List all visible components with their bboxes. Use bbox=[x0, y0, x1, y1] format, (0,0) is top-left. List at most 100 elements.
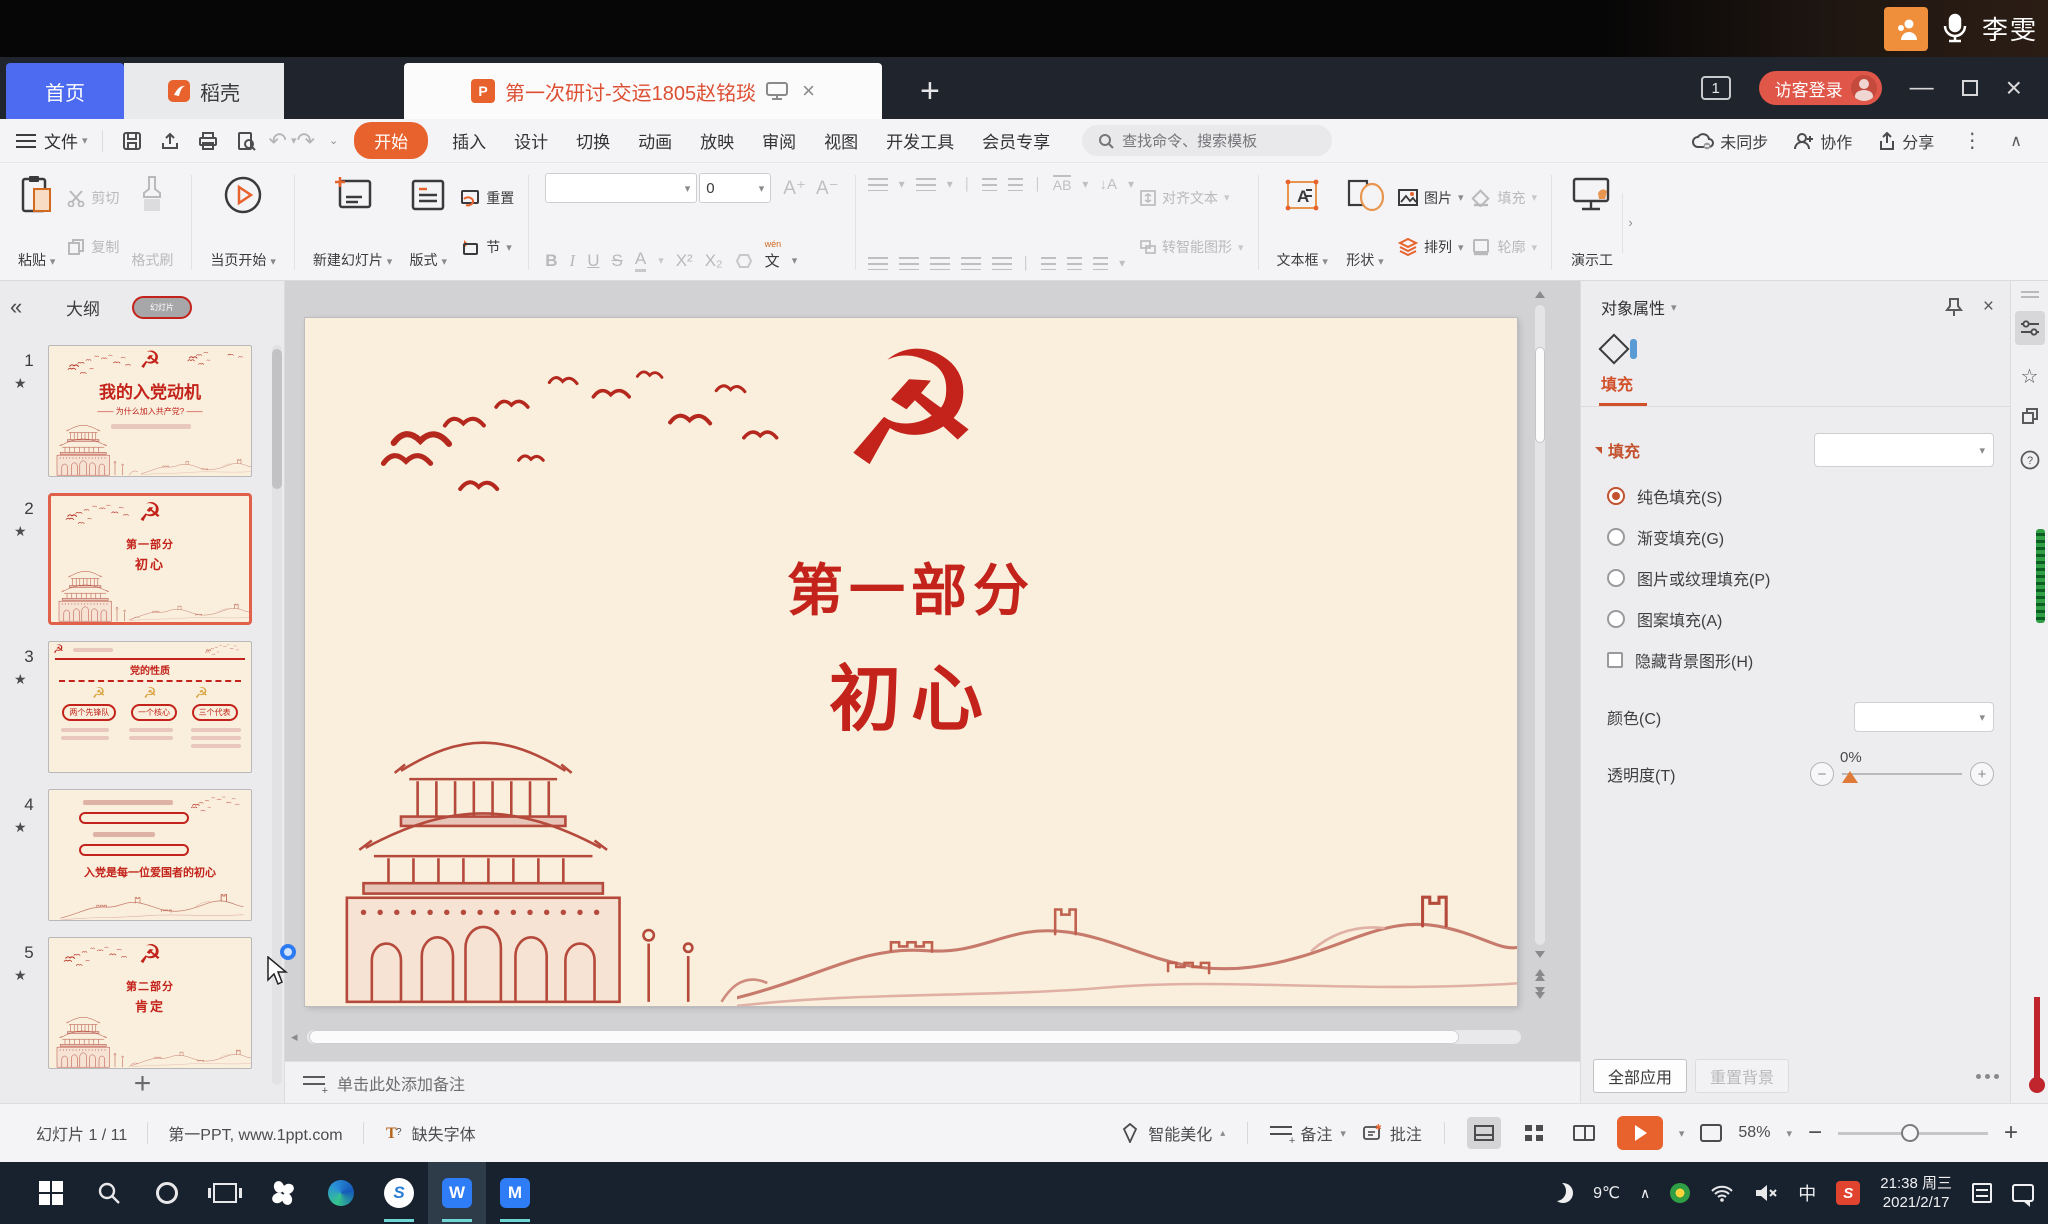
presentation-tools-button[interactable]: 演示工 bbox=[1562, 171, 1622, 274]
ribbon-tab-view[interactable]: 视图 bbox=[824, 128, 858, 153]
new-tab-button[interactable]: + bbox=[920, 63, 940, 119]
s-app-button[interactable]: S bbox=[370, 1162, 428, 1224]
cortana-button[interactable] bbox=[138, 1162, 196, 1224]
new-slide-button[interactable]: 新建幻灯片 ▾ bbox=[305, 171, 400, 274]
play-from-current-button[interactable]: 当页开始 ▾ bbox=[202, 171, 283, 274]
close-tab-icon[interactable]: × bbox=[802, 78, 815, 104]
pin-icon[interactable] bbox=[1945, 297, 1963, 317]
present-monitor-icon[interactable] bbox=[766, 82, 788, 100]
arrange-button[interactable]: 排列 ▾ bbox=[1398, 237, 1464, 257]
color-combobox[interactable]: ▾ bbox=[1854, 702, 1994, 732]
toolbar-more-icon[interactable]: ⌄ bbox=[329, 134, 338, 147]
bold-button[interactable]: B bbox=[545, 251, 557, 271]
help-rail-button[interactable]: ? bbox=[2015, 443, 2045, 477]
effects-rail-button[interactable]: ☆ bbox=[2015, 359, 2045, 393]
option-picture-fill[interactable]: 图片或纹理填充(P) bbox=[1607, 566, 2010, 590]
font-size-combobox[interactable]: 0▾ bbox=[699, 173, 771, 203]
command-search-input[interactable]: 查找命令、搜索模板 bbox=[1082, 125, 1332, 156]
print-icon[interactable] bbox=[193, 126, 223, 156]
notes-toggle-button[interactable]: 备注▾ bbox=[1270, 1121, 1346, 1145]
bullet-list-icon[interactable] bbox=[868, 178, 888, 191]
start-button[interactable] bbox=[22, 1162, 80, 1224]
guest-login-button[interactable]: 访客登录 bbox=[1759, 71, 1882, 105]
reset-background-button[interactable]: 重置背景 bbox=[1695, 1059, 1789, 1093]
subscript-button[interactable]: X₂ bbox=[705, 251, 723, 271]
ribbon-tab-home[interactable]: 开始 bbox=[354, 122, 428, 159]
tab-home[interactable]: 首页 bbox=[6, 63, 124, 119]
slideshow-play-button[interactable] bbox=[1617, 1116, 1663, 1150]
animation-star-icon[interactable]: ★ bbox=[14, 819, 27, 836]
horizontal-scrollbar[interactable]: ◂ bbox=[291, 1029, 1521, 1045]
slides-tab[interactable]: 幻灯片 bbox=[132, 296, 192, 319]
restore-button[interactable] bbox=[1962, 80, 1978, 96]
redo-icon[interactable]: ↷ bbox=[297, 128, 315, 154]
notification-center-icon[interactable] bbox=[2012, 1184, 2034, 1202]
zoom-out-button[interactable]: − bbox=[1808, 1121, 1822, 1145]
radio-icon[interactable] bbox=[1607, 487, 1625, 505]
zoom-slider-thumb[interactable] bbox=[1901, 1124, 1919, 1142]
animation-star-icon[interactable]: ★ bbox=[14, 671, 27, 688]
hamburger-menu-icon[interactable] bbox=[16, 134, 36, 148]
window-count-badge[interactable]: 1 bbox=[1701, 76, 1731, 100]
numbered-list-icon[interactable] bbox=[916, 178, 936, 191]
superscript-button[interactable]: X² bbox=[676, 251, 693, 271]
align-right-icon[interactable] bbox=[930, 257, 950, 270]
close-window-button[interactable]: × bbox=[2006, 74, 2022, 102]
italic-button[interactable]: I bbox=[570, 251, 576, 271]
fit-slide-icon[interactable] bbox=[1700, 1124, 1722, 1142]
animation-star-icon[interactable]: ★ bbox=[14, 523, 27, 540]
align-left-icon[interactable] bbox=[868, 257, 888, 270]
night-mode-icon[interactable] bbox=[1553, 1183, 1573, 1203]
font-name-combobox[interactable]: ▾ bbox=[545, 173, 697, 203]
align-center-icon[interactable] bbox=[899, 257, 919, 270]
panel-scrollbar-thumb[interactable] bbox=[272, 349, 282, 489]
zoom-in-button[interactable]: + bbox=[2004, 1121, 2018, 1145]
zoom-caret[interactable]: ▾ bbox=[1786, 1127, 1792, 1140]
missing-font-button[interactable]: T? 缺失字体 bbox=[384, 1121, 476, 1145]
vertical-text-icon[interactable]: ↓A bbox=[1099, 176, 1117, 193]
textbox-button[interactable]: A 文本框 ▾ bbox=[1269, 171, 1336, 274]
zoom-slider[interactable] bbox=[1838, 1132, 1988, 1135]
increase-font-icon[interactable]: A⁺ bbox=[783, 177, 806, 200]
transparency-plus-button[interactable]: + bbox=[1970, 762, 1994, 786]
radio-icon[interactable] bbox=[1607, 610, 1625, 628]
antivirus-tray-icon[interactable] bbox=[1670, 1183, 1690, 1203]
ribbon-tab-slideshow[interactable]: 放映 bbox=[700, 128, 734, 153]
option-gradient-fill[interactable]: 渐变填充(G) bbox=[1607, 525, 2010, 549]
format-painter-button[interactable]: 格式刷 bbox=[123, 171, 181, 274]
cut-button[interactable]: 剪切 bbox=[67, 188, 119, 208]
current-slide[interactable]: ☭ 第一部分 初心 bbox=[305, 318, 1517, 1006]
convert-smartart-button[interactable]: 转智能图形 ▾ bbox=[1140, 237, 1244, 257]
ribbon-tab-member[interactable]: 会员专享 bbox=[982, 128, 1050, 153]
slide-sorter-view-button[interactable] bbox=[1517, 1117, 1551, 1149]
collapse-ribbon-icon[interactable]: ∧ bbox=[2010, 131, 2022, 151]
taskbar-clock[interactable]: 21:38 周三 2021/2/17 bbox=[1880, 1174, 1952, 1213]
slide-thumbnail-4[interactable]: 入党是每一位爱国者的初心 bbox=[48, 789, 252, 921]
petal-app-button[interactable] bbox=[254, 1162, 312, 1224]
scroll-left-icon[interactable]: ◂ bbox=[291, 1029, 307, 1045]
align-text-button[interactable]: 对齐文本 ▾ bbox=[1140, 188, 1244, 208]
scroll-down-icon[interactable] bbox=[1535, 951, 1545, 958]
weather-temperature[interactable]: 9℃ bbox=[1593, 1183, 1620, 1203]
option-solid-fill[interactable]: 纯色填充(S) bbox=[1607, 484, 2010, 508]
slide-thumbnail-5[interactable]: ☭ 第二部分 肯定 bbox=[48, 937, 252, 1069]
tab-document[interactable]: P 第一次研讨-交运1805赵铭琰 × bbox=[404, 63, 882, 119]
play-options-caret[interactable]: ▾ bbox=[1679, 1127, 1685, 1140]
tray-expand-icon[interactable]: ∧ bbox=[1640, 1185, 1650, 1202]
meeting-avatar-button[interactable] bbox=[1884, 7, 1928, 51]
section-collapse-icon[interactable] bbox=[1595, 447, 1602, 454]
raise-paragraph-icon[interactable] bbox=[1041, 257, 1056, 270]
slide-thumbnail-2-selected[interactable]: ☭ 第一部分 初心 bbox=[48, 493, 252, 625]
add-slide-button[interactable]: + bbox=[0, 1067, 285, 1101]
overlay-red-handle[interactable] bbox=[2029, 1077, 2045, 1093]
apply-all-button[interactable]: 全部应用 bbox=[1593, 1059, 1687, 1093]
decrease-font-icon[interactable]: A⁻ bbox=[816, 177, 839, 200]
vertical-scrollbar-thumb[interactable] bbox=[1535, 347, 1545, 443]
fill-tab-label[interactable]: 填充 bbox=[1601, 371, 2010, 395]
ribbon-tab-transition[interactable]: 切换 bbox=[576, 128, 610, 153]
underline-button[interactable]: U bbox=[587, 251, 599, 271]
ribbon-tab-review[interactable]: 审阅 bbox=[762, 128, 796, 153]
transparency-slider[interactable]: 0% bbox=[1842, 773, 1962, 775]
fill-style-combobox[interactable]: ▾ bbox=[1814, 433, 1994, 467]
radio-icon[interactable] bbox=[1607, 569, 1625, 587]
